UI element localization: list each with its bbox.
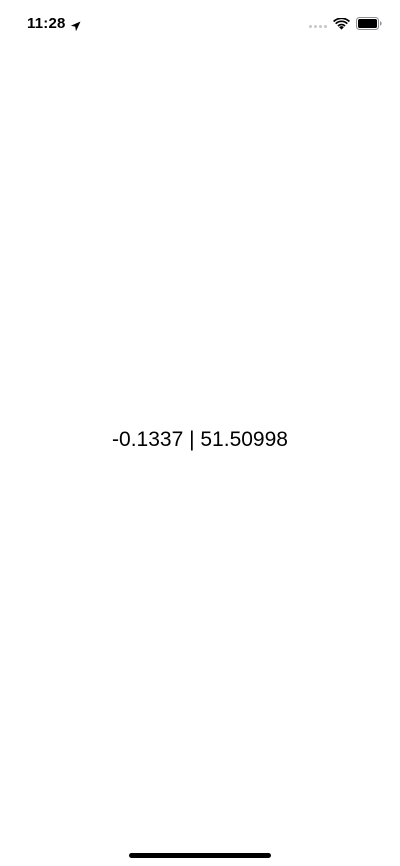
status-left: 11:28 [27, 15, 81, 33]
app-screen: 11:28 -0.1337 | 51.50998 [0, 0, 400, 866]
coordinates-label: -0.1337 | 51.50998 [112, 428, 288, 451]
status-right [309, 17, 382, 30]
home-indicator[interactable] [129, 853, 271, 858]
cellular-no-service-icon [309, 18, 327, 30]
wifi-icon [333, 17, 350, 30]
status-time: 11:28 [27, 15, 66, 32]
status-bar: 11:28 [0, 0, 400, 48]
location-arrow-icon [70, 19, 81, 32]
battery-full-icon [356, 17, 382, 30]
